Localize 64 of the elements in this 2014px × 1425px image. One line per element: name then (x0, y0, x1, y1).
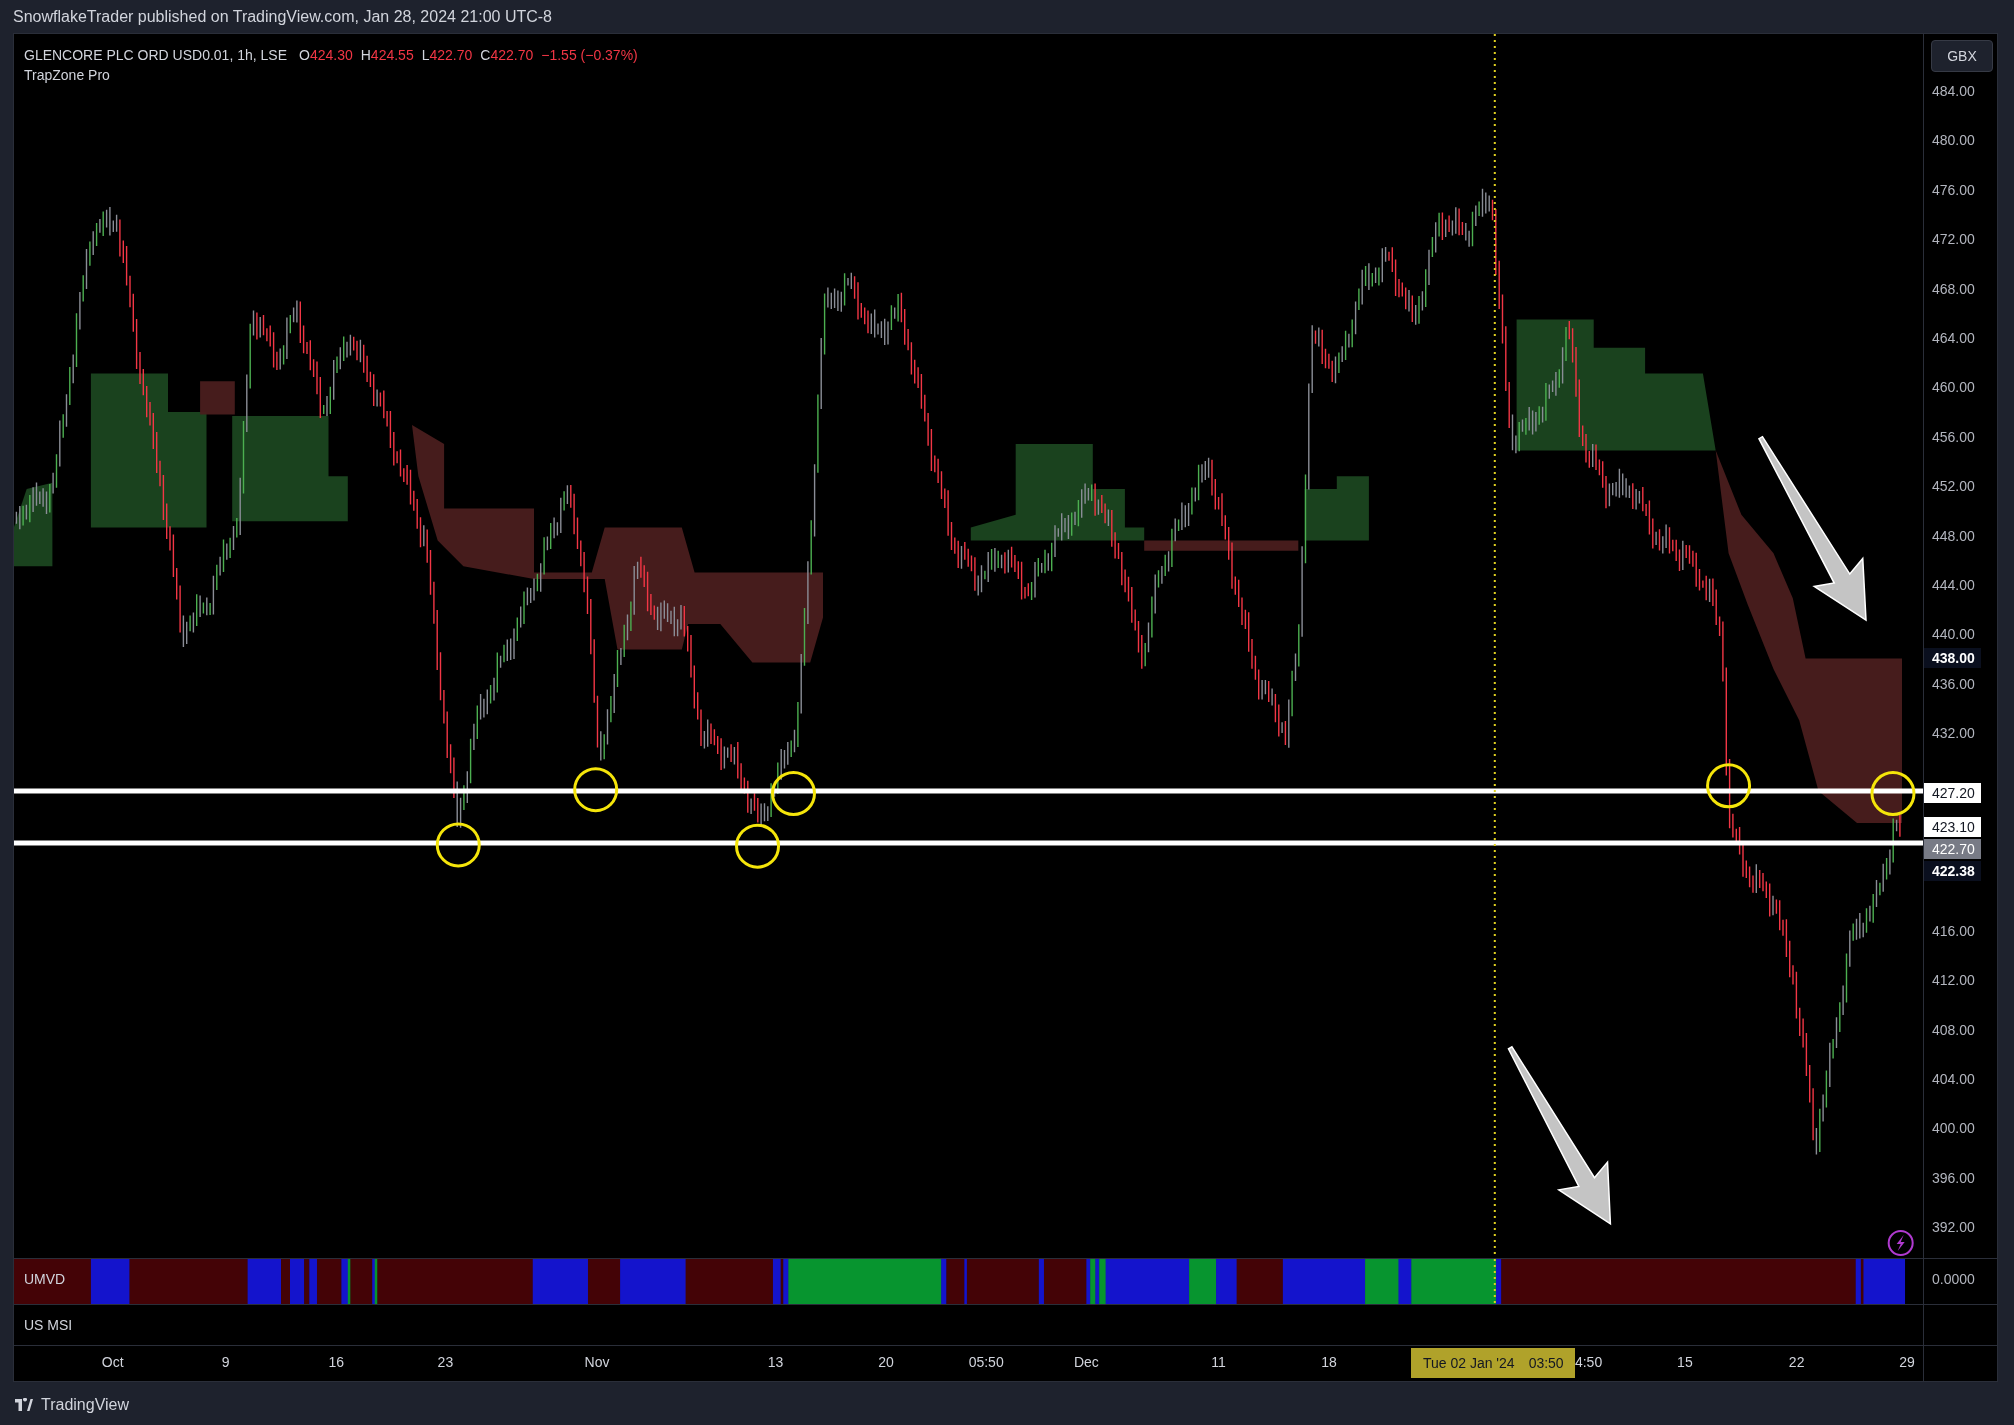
time-tick: 13 (767, 1354, 784, 1370)
attribution-text: SnowflakeTrader published on TradingView.com, Jan 28, 2024 21:00 UTC-8 (13, 7, 552, 26)
price-tick: 448.00 (1932, 526, 1975, 545)
time-tick: 4:50 (1574, 1354, 1603, 1370)
price-tick: 432.00 (1932, 724, 1975, 743)
ohlc-value: H424.55 (360, 46, 414, 65)
price-tick: 480.00 (1932, 131, 1975, 150)
price-label: 422.38 (1924, 861, 1981, 881)
price-tick: 484.00 (1932, 82, 1975, 100)
price-label: 438.00 (1924, 648, 1981, 668)
price-change: −1.55 (−0.37%) (541, 46, 638, 65)
price-tick: 472.00 (1932, 230, 1975, 249)
time-tick: 18 (1321, 1354, 1337, 1370)
highlight-circle (735, 823, 781, 869)
indicator-value: 0.0000 (1932, 1271, 1975, 1287)
time-tick: 20 (878, 1354, 894, 1370)
time-tick: 29 (1899, 1354, 1915, 1370)
price-tick: 456.00 (1932, 427, 1975, 446)
price-tick: 404.00 (1932, 1070, 1975, 1088)
price-tick: 436.00 (1932, 674, 1975, 693)
currency-button[interactable]: GBX (1931, 40, 1993, 72)
logo-icon (13, 1397, 35, 1412)
brand-name: TradingView (41, 1395, 130, 1414)
crosshair-time-label: Tue 02 Jan '24 03:50 (1411, 1348, 1576, 1378)
shaded-zone (1304, 476, 1369, 541)
price-tick: 452.00 (1932, 477, 1975, 496)
price-tick: 396.00 (1932, 1168, 1975, 1187)
highlight-circle (771, 771, 816, 816)
price-label: 422.70 (1924, 839, 1981, 859)
ohlc-value: L422.70 (421, 46, 473, 65)
time-tick: 9 (221, 1354, 230, 1370)
price-tick: 400.00 (1932, 1119, 1975, 1138)
price-tick: 408.00 (1932, 1020, 1975, 1039)
pane-title: US MSI (24, 1317, 73, 1333)
price-tick: 392.00 (1932, 1218, 1975, 1237)
price-tick: 464.00 (1932, 329, 1975, 347)
time-tick: 16 (328, 1354, 344, 1370)
price-tick: 440.00 (1932, 625, 1975, 644)
symbol-title: GLENCORE PLC ORD USD0.01, 1h, LSE (24, 46, 287, 65)
time-tick: Oct (101, 1354, 124, 1370)
price-tick: 476.00 (1932, 180, 1975, 199)
time-tick: Dec (1073, 1354, 1099, 1370)
highlight-circle (1706, 763, 1752, 809)
time-tick: 23 (437, 1354, 454, 1370)
price-label: 423.10 (1924, 817, 1981, 837)
price-tick: 444.00 (1932, 576, 1975, 594)
lightning-icon (1887, 1230, 1914, 1257)
pane-title: UMVD (24, 1271, 66, 1287)
indicator-name: TrapZone Pro (24, 66, 111, 85)
time-tick: 11 (1211, 1354, 1226, 1370)
ohlc-value: C422.70 (480, 46, 534, 65)
price-tick: 468.00 (1932, 279, 1975, 298)
ohlc-value: O424.30 (299, 46, 353, 65)
time-tick: 15 (1677, 1354, 1693, 1370)
price-label: 427.20 (1924, 783, 1981, 803)
price-tick: 412.00 (1932, 971, 1975, 990)
highlight-circle (573, 767, 619, 813)
time-tick: 05:50 (968, 1354, 1004, 1370)
price-tick: 460.00 (1932, 378, 1975, 397)
time-tick: 22 (1788, 1354, 1805, 1370)
time-tick: Nov (584, 1354, 610, 1370)
price-tick: 416.00 (1932, 921, 1975, 940)
highlight-circle (435, 822, 481, 868)
highlight-circle (1870, 771, 1916, 816)
